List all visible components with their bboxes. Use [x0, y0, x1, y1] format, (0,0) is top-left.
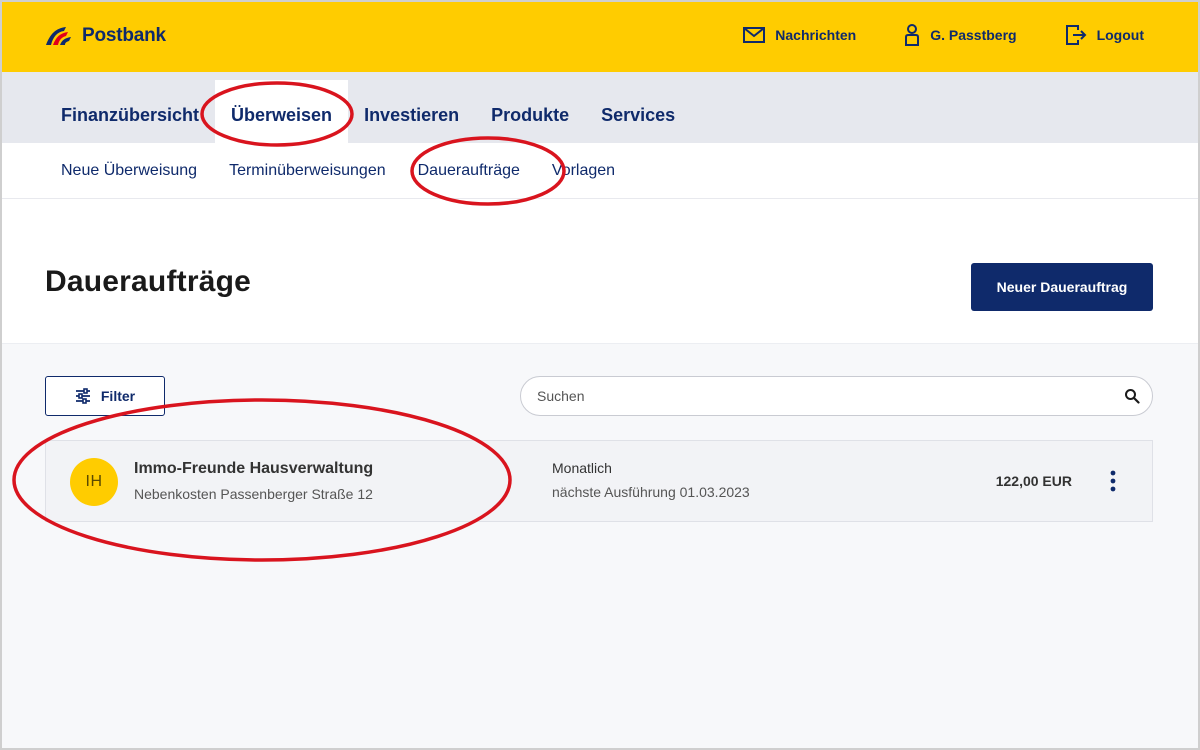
next-execution: nächste Ausführung 01.03.2023: [552, 484, 750, 500]
subnav-item-vorlagen[interactable]: Vorlagen: [552, 162, 615, 180]
filter-button[interactable]: Filter: [45, 376, 165, 416]
subnav-item-dauerauftraege[interactable]: Daueraufträge: [418, 162, 520, 180]
search-box: [520, 376, 1153, 416]
frequency: Monatlich: [552, 460, 612, 476]
sub-navigation: Neue Überweisung Terminüberweisungen Dau…: [0, 143, 1200, 199]
user-profile-link[interactable]: G. Passtberg: [904, 24, 1017, 46]
payment-purpose: Nebenkosten Passenberger Straße 12: [134, 486, 373, 502]
standing-order-row[interactable]: IH Immo-Freunde Hausverwaltung Nebenkost…: [45, 440, 1153, 522]
payee-avatar: IH: [70, 458, 118, 506]
search-icon[interactable]: [1124, 388, 1140, 404]
postbank-logo[interactable]: Postbank: [44, 23, 166, 49]
subnav-item-terminueberweisungen[interactable]: Terminüberweisungen: [229, 162, 386, 180]
messages-label: Nachrichten: [775, 27, 857, 43]
new-standing-order-button[interactable]: Neuer Dauerauftrag: [971, 263, 1153, 311]
amount: 122,00 EUR: [995, 473, 1072, 489]
header-actions: Nachrichten G. Passtberg Logout: [743, 22, 1144, 48]
search-input[interactable]: [537, 377, 1097, 415]
envelope-icon: [743, 27, 766, 43]
user-name-label: G. Passtberg: [930, 27, 1017, 43]
subnav-item-neue-ueberweisung[interactable]: Neue Überweisung: [61, 162, 197, 180]
logout-icon: [1065, 25, 1086, 45]
payee-name: Immo-Freunde Hausverwaltung: [134, 460, 374, 477]
page-header: Daueraufträge Neuer Dauerauftrag: [0, 199, 1200, 344]
user-icon: [905, 24, 920, 46]
header-bar: Postbank Nachrichten G. Passtberg Logout: [0, 0, 1200, 72]
more-options-icon[interactable]: [1110, 470, 1116, 492]
logout-link[interactable]: Logout: [1065, 24, 1144, 46]
logout-label: Logout: [1096, 27, 1144, 43]
messages-link[interactable]: Nachrichten: [743, 27, 856, 43]
nav-item-ueberweisen[interactable]: Überweisen: [215, 80, 349, 151]
filter-label: Filter: [100, 388, 136, 404]
page-title: Daueraufträge: [45, 265, 251, 298]
postbank-logo-icon: [46, 27, 71, 45]
main-navigation: Finanzübersicht Überweisen Investieren P…: [0, 72, 1200, 151]
logo-text: Postbank: [82, 25, 166, 46]
sliders-icon: [75, 388, 90, 404]
